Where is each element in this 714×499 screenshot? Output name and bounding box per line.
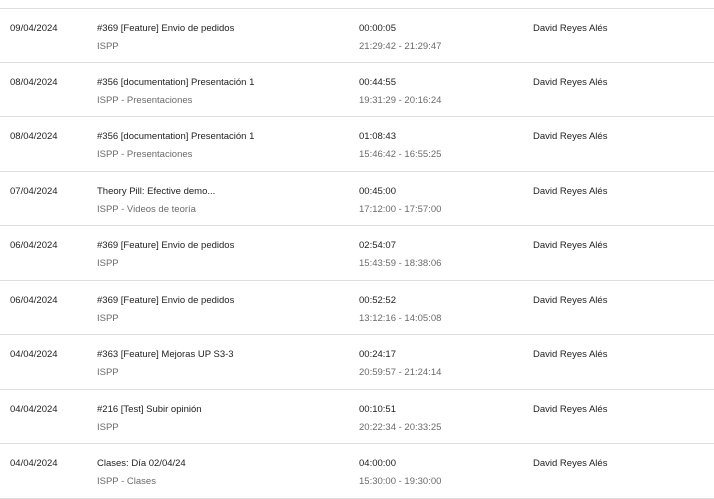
entry-date: 04/04/2024 [10, 403, 58, 415]
time-entries-table: 09/04/2024 #369 [Feature] Envio de pedid… [0, 8, 714, 499]
entry-date: 09/04/2024 [10, 23, 58, 34]
entry-duration: 00:52:52 [359, 294, 396, 306]
table-row[interactable]: 08/04/2024 #356 [documentation] Presenta… [0, 63, 714, 117]
entry-user: David Reyes Alés [533, 185, 608, 197]
table-row[interactable]: 08/04/2024 #356 [documentation] Presenta… [0, 117, 714, 172]
entry-duration: 00:24:17 [359, 349, 396, 360]
entry-duration: 02:54:07 [359, 240, 396, 251]
entry-project: ISPP [97, 367, 119, 378]
entry-user: David Reyes Alés [533, 403, 608, 415]
entry-time-range: 15:43:59 - 18:38:06 [359, 258, 442, 269]
entry-project: ISPP [97, 258, 119, 269]
entry-date: 06/04/2024 [10, 240, 58, 251]
entry-duration: 00:00:05 [359, 23, 396, 34]
table-row[interactable]: 09/04/2024 #369 [Feature] Envio de pedid… [0, 8, 714, 63]
entry-user: David Reyes Alés [533, 294, 608, 306]
table-row[interactable]: 06/04/2024 #369 [Feature] Envio de pedid… [0, 281, 714, 335]
entry-project: ISPP - Videos de teoría [97, 203, 196, 215]
entry-time-range: 21:29:42 - 21:29:47 [359, 41, 442, 52]
entry-date: 04/04/2024 [10, 458, 58, 469]
entry-project: ISPP [97, 41, 119, 52]
entry-duration: 04:00:00 [359, 458, 396, 469]
entry-task[interactable]: #356 [documentation] Presentación 1 [97, 77, 254, 89]
entry-time-range: 20:22:34 - 20:33:25 [359, 421, 442, 433]
entry-duration: 01:08:43 [359, 131, 396, 142]
entry-time-range: 13:12:16 - 14:05:08 [359, 312, 442, 324]
entry-task[interactable]: Theory Pill: Efective demo... [97, 186, 215, 198]
entry-date: 07/04/2024 [10, 185, 58, 197]
entry-time-range: 17:12:00 - 17:57:00 [359, 203, 442, 215]
entry-date: 06/04/2024 [10, 294, 58, 306]
table-row[interactable]: 06/04/2024 #369 [Feature] Envio de pedid… [0, 226, 714, 281]
entry-task[interactable]: #369 [Feature] Envio de pedidos [97, 295, 234, 307]
entry-date: 04/04/2024 [10, 349, 58, 360]
entry-task[interactable]: #363 [Feature] Mejoras UP S3-3 [97, 349, 234, 361]
entry-project: ISPP [97, 421, 119, 433]
table-row[interactable]: 07/04/2024 Theory Pill: Efective demo...… [0, 172, 714, 226]
entry-time-range: 20:59:57 - 21:24:14 [359, 367, 442, 378]
entry-task[interactable]: #369 [Feature] Envio de pedidos [97, 23, 234, 35]
entry-user: David Reyes Alés [533, 76, 608, 88]
table-row[interactable]: 04/04/2024 Clases: Día 02/04/24 ISPP - C… [0, 444, 714, 499]
entry-duration: 00:45:00 [359, 185, 396, 197]
entry-user: David Reyes Alés [533, 458, 608, 469]
entry-user: David Reyes Alés [533, 240, 608, 251]
entry-project: ISPP - Presentaciones [97, 149, 193, 160]
entry-date: 08/04/2024 [10, 131, 58, 142]
table-row[interactable]: 04/04/2024 #363 [Feature] Mejoras UP S3-… [0, 335, 714, 390]
entry-task[interactable]: #356 [documentation] Presentación 1 [97, 131, 254, 143]
entry-user: David Reyes Alés [533, 349, 608, 360]
entry-task[interactable]: #369 [Feature] Envio de pedidos [97, 240, 234, 252]
entry-user: David Reyes Alés [533, 131, 608, 142]
table-row[interactable]: 04/04/2024 #216 [Test] Subir opinión ISP… [0, 390, 714, 444]
entry-project: ISPP [97, 312, 119, 324]
entry-task[interactable]: Clases: Día 02/04/24 [97, 458, 186, 470]
entry-time-range: 19:31:29 - 20:16:24 [359, 94, 442, 106]
entry-duration: 00:10:51 [359, 403, 396, 415]
entry-project: ISPP - Clases [97, 476, 156, 487]
entry-task[interactable]: #216 [Test] Subir opinión [97, 404, 202, 416]
entry-project: ISPP - Presentaciones [97, 94, 193, 106]
entry-time-range: 15:46:42 - 16:55:25 [359, 149, 442, 160]
entry-user: David Reyes Alés [533, 23, 608, 34]
entry-date: 08/04/2024 [10, 76, 58, 88]
entry-duration: 00:44:55 [359, 76, 396, 88]
entry-time-range: 15:30:00 - 19:30:00 [359, 476, 442, 487]
